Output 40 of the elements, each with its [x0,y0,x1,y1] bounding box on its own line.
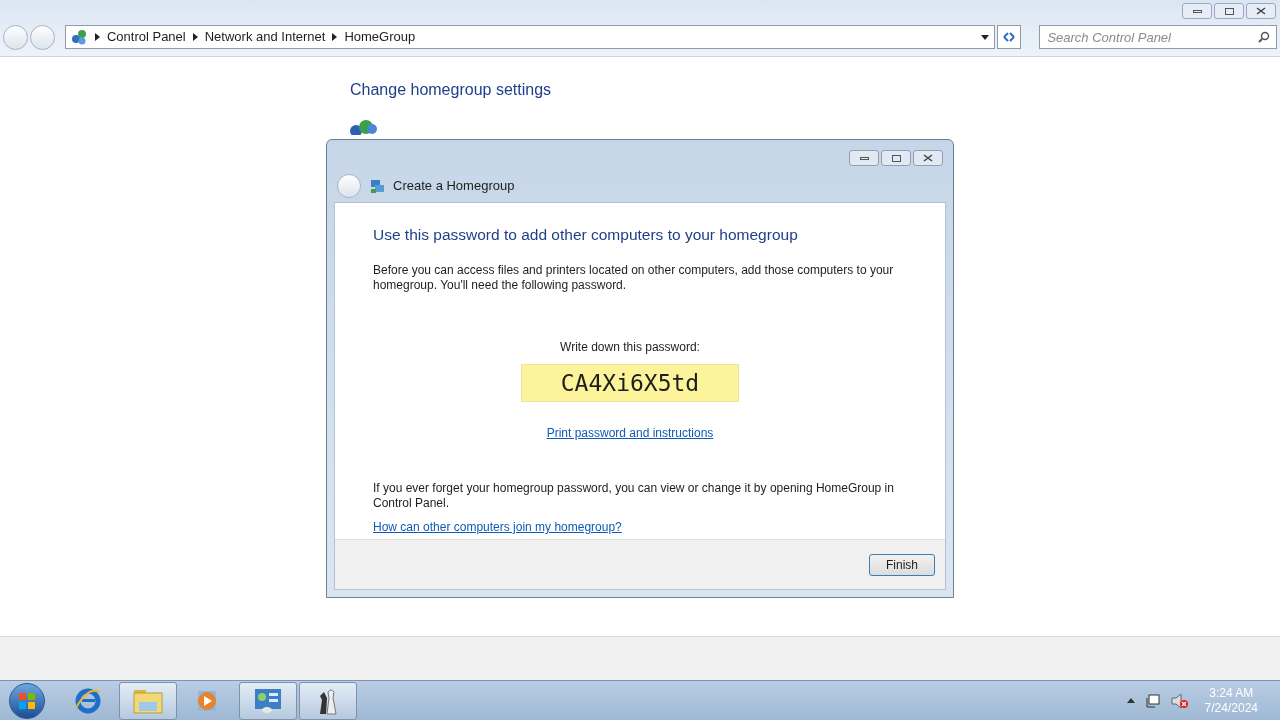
maximize-button[interactable] [881,150,911,166]
network-globe-icon [69,28,88,46]
clock-date: 7/24/2024 [1204,700,1258,716]
breadcrumb-arrow-icon [94,33,100,41]
breadcrumb-item[interactable]: Network and Internet [204,27,326,47]
show-hidden-icons-icon[interactable] [1126,698,1135,703]
dialog-heading: Use this password to add other computers to your homegroup [373,225,799,245]
restore-button[interactable] [1214,3,1244,19]
muted-speaker-icon[interactable] [1170,692,1189,709]
control-panel-icon [253,686,283,715]
minimize-button[interactable] [849,150,879,166]
windows-logo-icon [18,691,36,710]
intro-text: Before you can access files and printers located on other computers, add those computers to your homegroup. You'll need the following password. [373,263,895,294]
search-icon [1258,31,1270,43]
breadcrumb-arrow-icon [332,33,338,41]
page-heading: Change homegroup settings [350,80,553,100]
close-button[interactable] [913,150,943,166]
close-icon [1256,7,1266,15]
print-link[interactable]: Print password and instructions [546,424,714,443]
search-field[interactable]: Search Control Panel [1039,25,1277,49]
taskbar-button[interactable] [299,681,357,720]
close-icon [923,154,933,162]
dialog-title: Create a Homegroup [393,177,515,196]
homegroup-icon [369,178,385,194]
start-button[interactable] [9,682,45,719]
clock-time: 3:24 AM [1209,685,1254,701]
minimize-button[interactable] [1182,3,1212,19]
dropdown-arrow-icon[interactable] [981,34,990,40]
address-bar[interactable]: Control Panel Network and Internet HomeGroup [64,25,996,49]
password-display: CA4Xi6X5td [521,364,739,403]
breadcrumb-arrow-icon [192,33,198,41]
password-label: Write down this password: [560,339,700,357]
finish-button[interactable]: Finish [869,553,935,576]
refresh-button[interactable] [997,25,1022,49]
close-button[interactable] [1246,3,1276,19]
breadcrumb-item[interactable]: HomeGroup [344,27,416,47]
help-link[interactable]: How can other computers join my homegroup? [373,518,622,537]
breadcrumb-item[interactable]: Control Panel [106,27,186,47]
note-text: If you ever forget your homegroup password, you can view or change it by opening HomeGroup in Control Panel. [373,481,895,512]
network-tray-icon[interactable] [1144,692,1161,709]
